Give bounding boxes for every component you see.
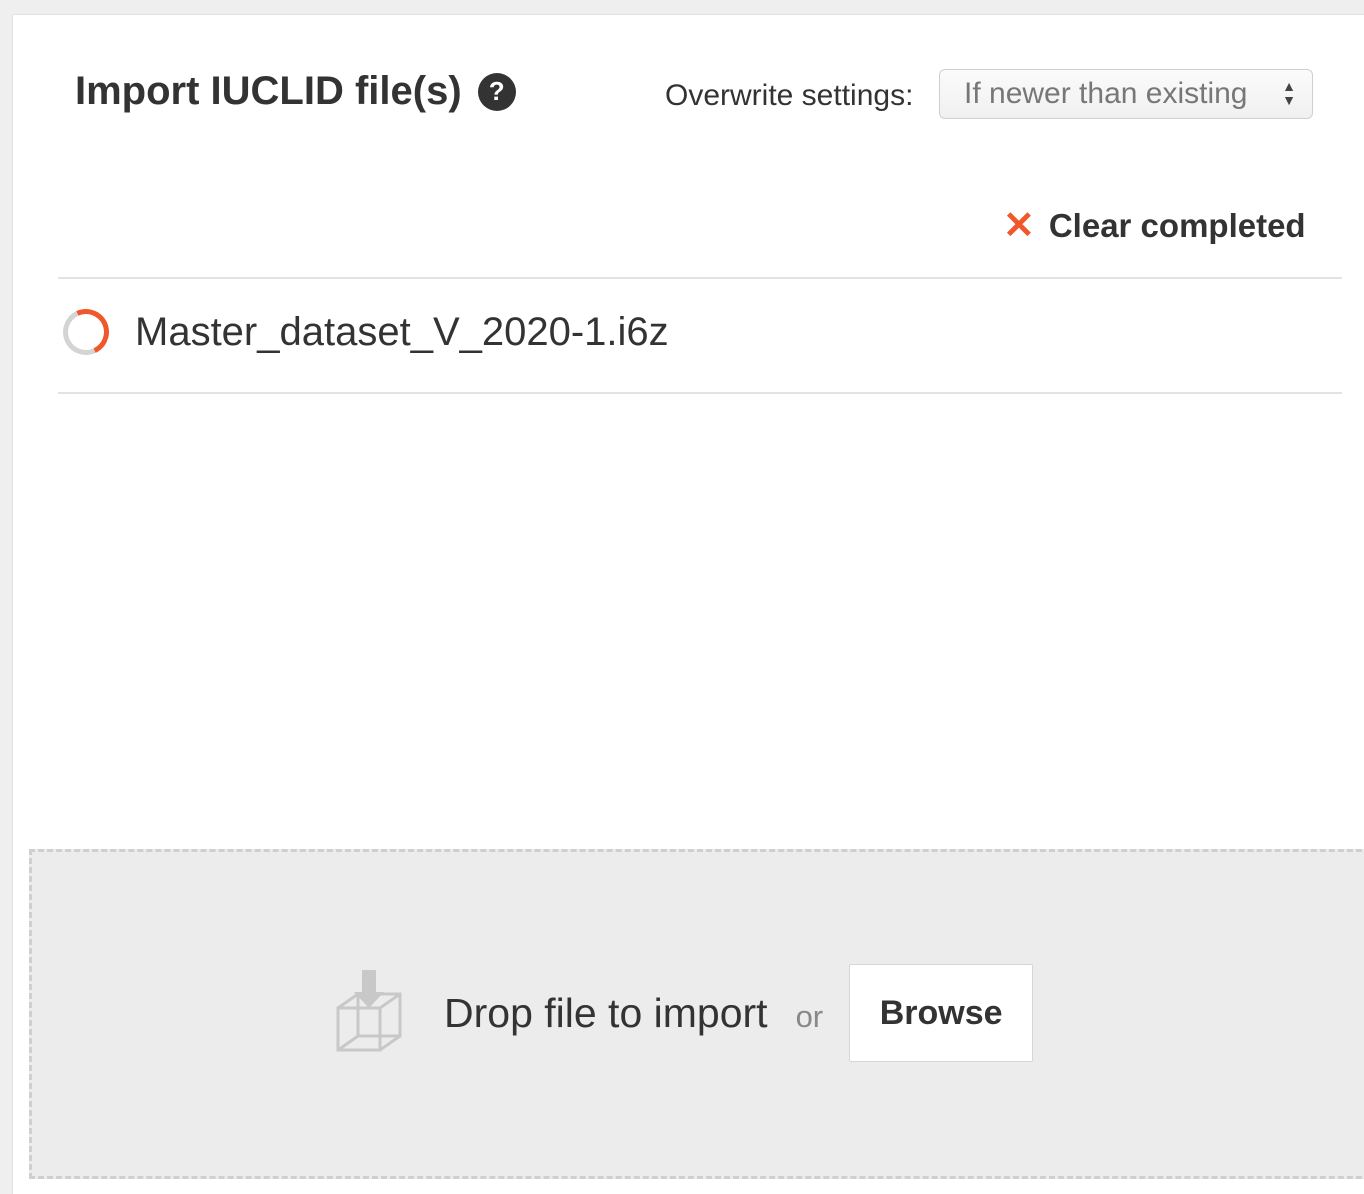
overwrite-settings-label: Overwrite settings: <box>665 79 914 112</box>
or-text: or <box>795 999 824 1034</box>
drop-zone-content: Drop file to import or Browse <box>332 964 1034 1062</box>
title-text: Import IUCLID file(s) <box>75 69 462 113</box>
close-icon: ✕ <box>1003 205 1035 247</box>
loading-spinner-icon <box>56 302 116 362</box>
import-panel: Import IUCLID file(s) ? Overwrite settin… <box>12 14 1364 1194</box>
overwrite-settings-select[interactable]: If newer than existing ▲ ▼ <box>939 69 1313 119</box>
divider <box>58 277 1342 279</box>
page-title: Import IUCLID file(s) ? <box>75 69 516 114</box>
file-name: Master_dataset_V_2020-1.i6z <box>135 309 669 354</box>
browse-button[interactable]: Browse <box>849 964 1034 1062</box>
select-arrows-icon: ▲ ▼ <box>1282 78 1296 108</box>
help-icon[interactable]: ? <box>477 72 516 111</box>
overwrite-selected-value: If newer than existing <box>964 77 1248 110</box>
clear-completed-label: Clear completed <box>1048 206 1306 244</box>
list-item: Master_dataset_V_2020-1.i6z <box>56 302 669 362</box>
drop-zone-label: Drop file to import <box>444 989 768 1036</box>
drop-box-icon <box>336 970 402 1052</box>
divider <box>58 392 1342 394</box>
clear-completed-button[interactable]: ✕ Clear completed <box>1003 203 1306 248</box>
drop-zone[interactable]: Drop file to import or Browse <box>29 849 1364 1179</box>
